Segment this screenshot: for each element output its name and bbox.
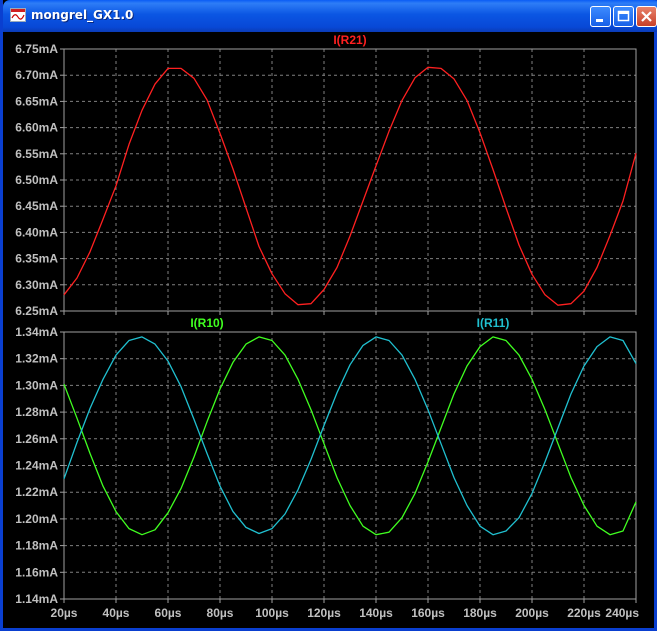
x-tick-label: 160µs <box>411 606 445 620</box>
waveform-app-icon[interactable] <box>10 8 26 22</box>
maximize-icon <box>617 10 630 22</box>
x-tick-label: 180µs <box>463 606 497 620</box>
legend-label-ir11[interactable]: I(R11) <box>477 316 510 330</box>
pane-1-y-tick-label: 6.45mA <box>15 199 58 213</box>
minimize-icon <box>596 19 603 22</box>
x-tick-label: 220µs <box>567 606 601 620</box>
pane-2-y-tick-label: 1.34mA <box>15 325 58 339</box>
pane-2-y-tick-label: 1.22mA <box>15 485 58 499</box>
pane-1-y-tick-label: 6.35mA <box>15 252 58 266</box>
x-tick-label: 80µs <box>207 606 234 620</box>
legend-label-ir21[interactable]: I(R21) <box>333 33 366 47</box>
minimize-button[interactable] <box>590 6 611 27</box>
pane-1-y-tick-label: 6.55mA <box>15 147 58 161</box>
pane-2-y-tick-label: 1.28mA <box>15 405 58 419</box>
pane-1-y-tick-label: 6.70mA <box>15 68 58 82</box>
x-tick-label: 140µs <box>359 606 393 620</box>
x-tick-label: 60µs <box>155 606 182 620</box>
pane-1-y-tick-label: 6.60mA <box>15 121 58 135</box>
pane-1-y-tick-label: 6.50mA <box>15 173 58 187</box>
pane-2-y-tick-label: 1.14mA <box>15 592 58 606</box>
title-bar[interactable]: mongrel_GX1.0 <box>3 0 657 32</box>
pane-2-y-tick-label: 1.20mA <box>15 512 58 526</box>
close-icon <box>641 11 652 22</box>
pane-2-y-tick-label: 1.18mA <box>15 539 58 553</box>
close-button[interactable] <box>636 6 657 27</box>
waveform-viewer-window: mongrel_GX1.0 6.25mA 6.30mA 6.35mA 6.40mA 6.… <box>0 0 657 631</box>
window-title: mongrel_GX1.0 <box>31 8 134 22</box>
pane-2-y-tick-label: 1.26mA <box>15 432 58 446</box>
x-tick-label: 40µs <box>103 606 130 620</box>
x-tick-label: 100µs <box>255 606 289 620</box>
pane-1-y-tick-label: 6.75mA <box>15 42 58 56</box>
x-tick-label: 120µs <box>307 606 341 620</box>
x-tick-label: 240µs <box>605 606 639 620</box>
x-tick-label: 200µs <box>515 606 549 620</box>
x-tick-label: 20µs <box>51 606 78 620</box>
pane-1-y-tick-label: 6.40mA <box>15 225 58 239</box>
series-line-ir10[interactable] <box>63 336 637 536</box>
legend-label-ir10[interactable]: I(R10) <box>190 316 223 330</box>
pane-2-y-tick-label: 1.16mA <box>15 565 58 579</box>
series-line-ir21[interactable] <box>63 66 637 306</box>
pane-2-y-tick-label: 1.32mA <box>15 352 58 366</box>
pane-1-y-tick-label: 6.25mA <box>15 304 58 318</box>
maximize-button[interactable] <box>613 6 634 27</box>
pane-1-y-tick-label: 6.65mA <box>15 94 58 108</box>
plot-area[interactable]: 6.25mA 6.30mA 6.35mA 6.40mA 6.45mA 6.50mA 6.55… <box>3 32 654 628</box>
pane-2-y-tick-label: 1.30mA <box>15 378 58 392</box>
pane-2-y-tick-label: 1.24mA <box>15 459 58 473</box>
pane-1-y-tick-label: 6.30mA <box>15 278 58 292</box>
